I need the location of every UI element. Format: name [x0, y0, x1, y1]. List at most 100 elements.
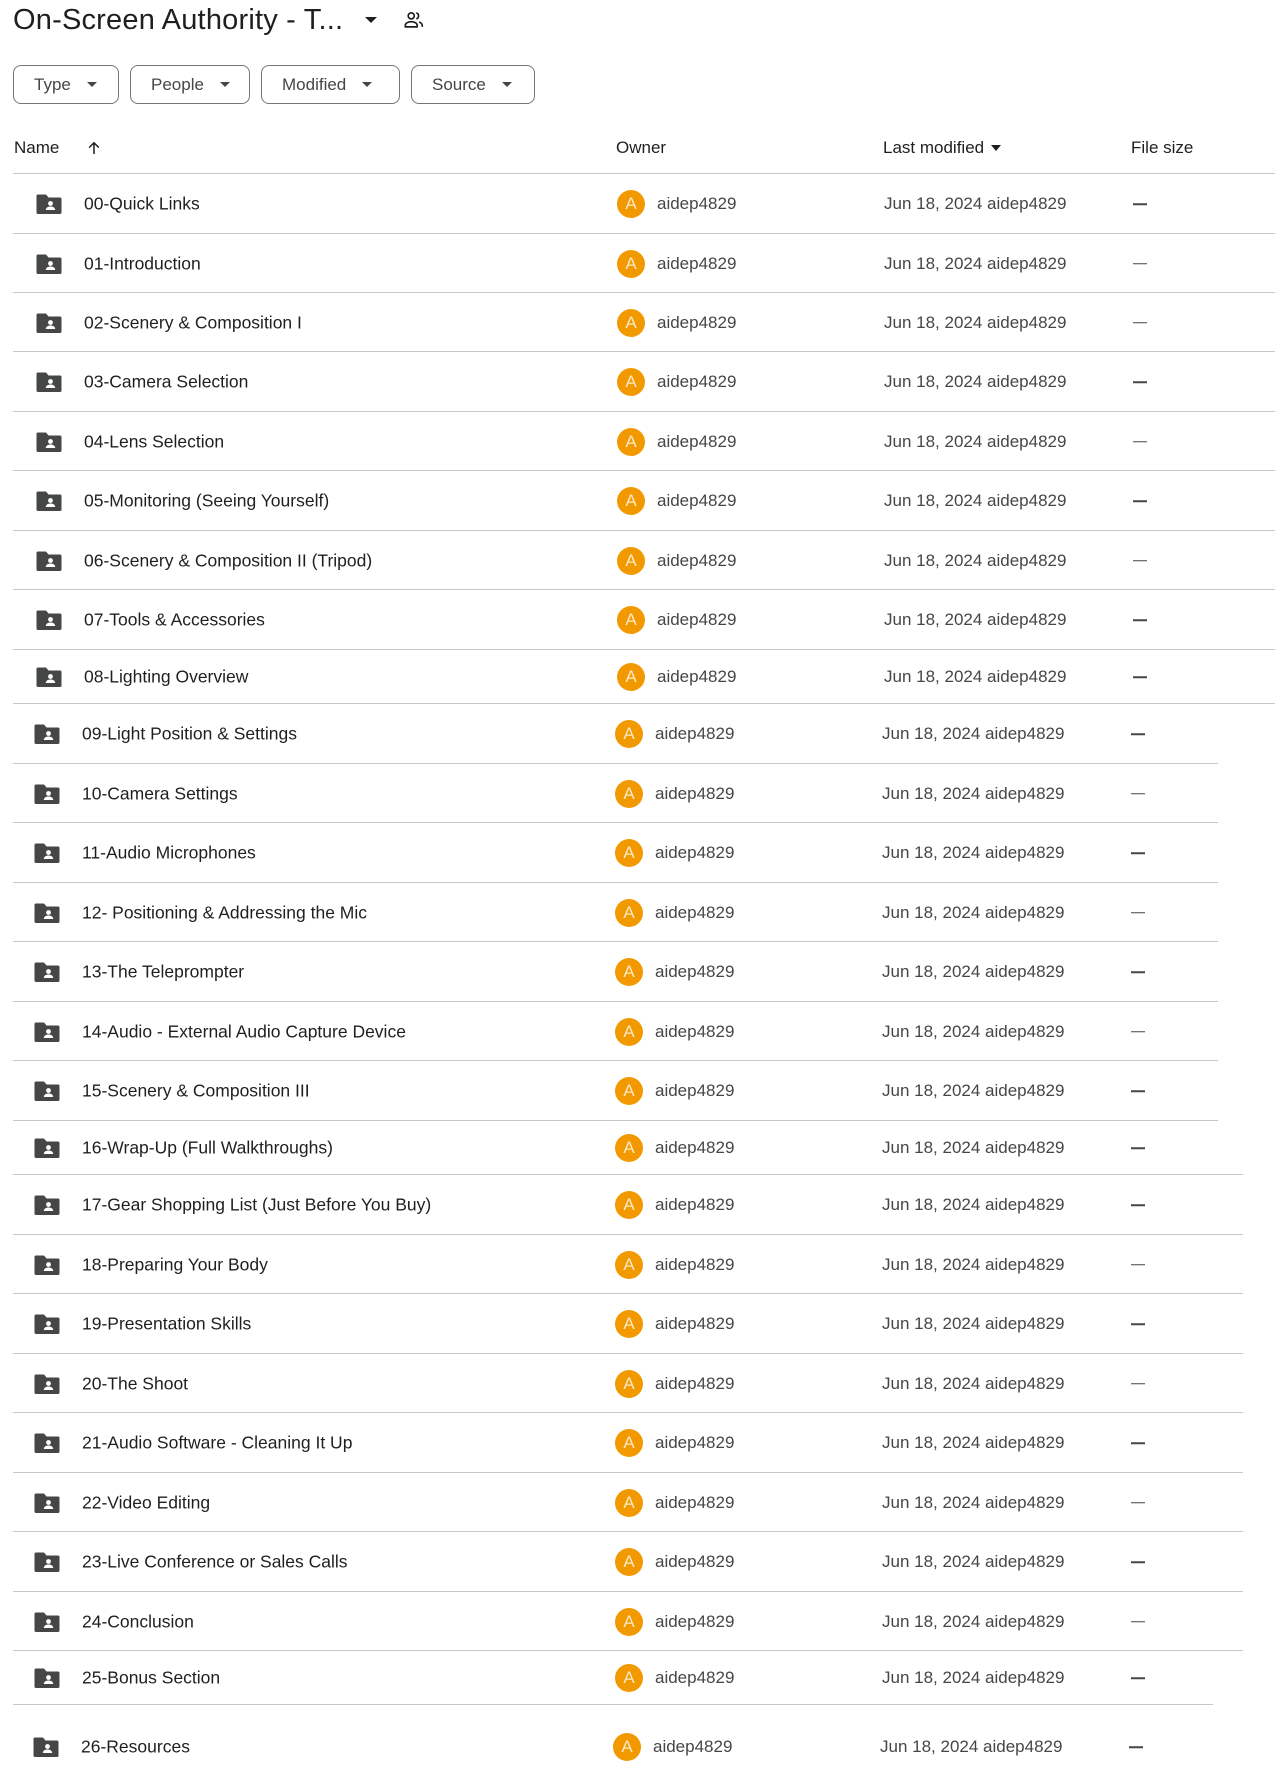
- shared-folder-icon: [34, 842, 60, 864]
- column-header-name[interactable]: Name: [14, 136, 103, 160]
- file-name[interactable]: 01-Introduction: [84, 253, 201, 274]
- file-row[interactable]: 10-Camera Settings Aaidep4829 Jun 18, 2024…: [0, 764, 1281, 823]
- owner-avatar[interactable]: A: [615, 898, 643, 927]
- file-name[interactable]: 11-Audio Microphones: [82, 843, 256, 864]
- owner-avatar[interactable]: A: [615, 720, 643, 748]
- file-row[interactable]: 17-Gear Shopping List (Just Before You B…: [0, 1175, 1281, 1235]
- file-name[interactable]: 10-Camera Settings: [82, 783, 238, 804]
- file-row[interactable]: 11-Audio Microphones Aaidep4829 Jun 18, 20…: [0, 823, 1281, 883]
- file-name[interactable]: 15-Scenery & Composition III: [82, 1081, 310, 1102]
- file-row[interactable]: 01-Introduction Aaidep4829 Jun 18, 2024 ai…: [0, 234, 1281, 293]
- file-row[interactable]: 03-Camera Selection Aaidep4829 Jun 18, 202…: [0, 352, 1281, 412]
- owner-avatar[interactable]: A: [615, 1250, 643, 1279]
- file-row[interactable]: 14-Audio - External Audio Capture Device…: [0, 1002, 1281, 1061]
- file-name[interactable]: 07-Tools & Accessories: [84, 610, 265, 631]
- owner-name: aidep4829: [657, 550, 737, 570]
- owner-name: aidep4829: [657, 431, 737, 451]
- owner-avatar[interactable]: A: [615, 779, 643, 808]
- filter-source-chip[interactable]: Source: [411, 65, 535, 104]
- file-name[interactable]: 17-Gear Shopping List (Just Before You B…: [82, 1195, 431, 1216]
- file-row[interactable]: 19-Presentation Skills Aaidep4829 Jun 18, …: [0, 1294, 1281, 1354]
- file-row[interactable]: 18-Preparing Your Body Aaidep4829 Jun 18, …: [0, 1235, 1281, 1294]
- filter-modified-chip[interactable]: Modified: [261, 65, 400, 104]
- owner-avatar[interactable]: A: [615, 839, 643, 867]
- column-header-file-size[interactable]: File size: [1131, 136, 1193, 160]
- file-name[interactable]: 03-Camera Selection: [84, 372, 248, 393]
- column-header-owner[interactable]: Owner: [616, 136, 666, 160]
- file-row[interactable]: 15-Scenery & Composition III Aaidep4829 Ju…: [0, 1061, 1281, 1121]
- file-row[interactable]: 25-Bonus Section Aaidep4829 Jun 18, 2024 a…: [0, 1651, 1281, 1705]
- file-row[interactable]: 04-Lens Selection Aaidep4829 Jun 18, 2024 …: [0, 412, 1281, 471]
- file-name[interactable]: 19-Presentation Skills: [82, 1314, 251, 1335]
- column-header-last-modified[interactable]: Last modified: [883, 136, 1002, 160]
- file-name[interactable]: 26-Resources: [81, 1737, 190, 1758]
- last-modified: Jun 18, 2024 aidep4829: [882, 1492, 1065, 1512]
- file-name[interactable]: 06-Scenery & Composition II (Tripod): [84, 550, 372, 571]
- file-name[interactable]: 24-Conclusion: [82, 1611, 194, 1632]
- file-name[interactable]: 25-Bonus Section: [82, 1668, 220, 1689]
- file-name[interactable]: 12- Positioning & Addressing the Mic: [82, 902, 367, 923]
- file-name[interactable]: 08-Lighting Overview: [84, 667, 248, 688]
- owner-avatar[interactable]: A: [615, 1310, 643, 1338]
- owner-avatar[interactable]: A: [617, 190, 645, 218]
- file-name[interactable]: 05-Monitoring (Seeing Yourself): [84, 491, 329, 512]
- file-row[interactable]: 20-The Shoot Aaidep4829 Jun 18, 2024 aidep…: [0, 1354, 1281, 1413]
- caret-down-icon[interactable]: [991, 145, 1002, 151]
- owner-avatar[interactable]: A: [615, 1429, 643, 1457]
- file-name[interactable]: 04-Lens Selection: [84, 431, 224, 452]
- file-name[interactable]: 23-Live Conference or Sales Calls: [82, 1552, 348, 1573]
- file-row[interactable]: 13-The Teleprompter Aaidep4829 Jun 18, 202…: [0, 942, 1281, 1002]
- filter-people-chip[interactable]: People: [130, 65, 250, 104]
- owner-avatar[interactable]: A: [615, 1488, 643, 1517]
- file-name[interactable]: 22-Video Editing: [82, 1492, 210, 1513]
- file-row[interactable]: 26-Resources Aaidep4829 Jun 18, 2024 aidep…: [0, 1705, 1281, 1789]
- owner-avatar[interactable]: A: [617, 427, 645, 456]
- file-row[interactable]: 09-Light Position & Settings Aaidep4829 Ju…: [0, 704, 1281, 764]
- owner-avatar[interactable]: A: [617, 487, 645, 515]
- owner-avatar[interactable]: A: [615, 1134, 643, 1162]
- owner-avatar[interactable]: A: [613, 1733, 641, 1761]
- file-row[interactable]: 23-Live Conference or Sales Calls Aaidep4…: [0, 1532, 1281, 1592]
- owner-avatar[interactable]: A: [617, 249, 645, 278]
- file-name[interactable]: 16-Wrap-Up (Full Walkthroughs): [82, 1138, 333, 1159]
- owner-avatar[interactable]: A: [615, 1607, 643, 1636]
- file-row[interactable]: 22-Video Editing Aaidep4829 Jun 18, 2024 a…: [0, 1473, 1281, 1532]
- people-icon[interactable]: [403, 9, 425, 31]
- file-row[interactable]: 06-Scenery & Composition II (Tripod) Aaid…: [0, 531, 1281, 590]
- filter-type-chip[interactable]: Type: [13, 65, 119, 104]
- file-name[interactable]: 14-Audio - External Audio Capture Device: [82, 1021, 406, 1042]
- shared-folder-icon: [34, 1021, 60, 1043]
- file-name[interactable]: 18-Preparing Your Body: [82, 1254, 268, 1275]
- file-row[interactable]: 02-Scenery & Composition I Aaidep4829 Jun …: [0, 293, 1281, 352]
- owner-avatar[interactable]: A: [617, 663, 645, 691]
- arrow-up-icon[interactable]: [85, 139, 103, 157]
- file-row[interactable]: 24-Conclusion Aaidep4829 Jun 18, 2024 aide…: [0, 1592, 1281, 1651]
- owner-avatar[interactable]: A: [617, 308, 645, 337]
- owner-avatar[interactable]: A: [615, 1664, 643, 1692]
- owner-avatar[interactable]: A: [615, 1548, 643, 1576]
- file-name[interactable]: 21-Audio Software - Cleaning It Up: [82, 1433, 352, 1454]
- owner-avatar[interactable]: A: [617, 546, 645, 575]
- file-name[interactable]: 02-Scenery & Composition I: [84, 312, 302, 333]
- file-row[interactable]: 16-Wrap-Up (Full Walkthroughs) Aaidep4829…: [0, 1121, 1281, 1175]
- owner-avatar[interactable]: A: [615, 1191, 643, 1219]
- file-name[interactable]: 09-Light Position & Settings: [82, 724, 297, 745]
- owner-avatar[interactable]: A: [617, 606, 645, 634]
- caret-down-icon[interactable]: [365, 17, 378, 23]
- file-name[interactable]: 13-The Teleprompter: [82, 962, 244, 983]
- folder-title[interactable]: On-Screen Authority - T...: [13, 4, 343, 37]
- file-name[interactable]: 20-The Shoot: [82, 1373, 188, 1394]
- file-row[interactable]: 07-Tools & Accessories Aaidep4829 Jun 18, …: [0, 590, 1281, 650]
- file-row[interactable]: 05-Monitoring (Seeing Yourself) Aaidep482…: [0, 471, 1281, 531]
- file-row[interactable]: 00-Quick Links Aaidep4829 Jun 18, 2024 aid…: [0, 174, 1281, 234]
- owner-avatar[interactable]: A: [615, 958, 643, 986]
- shared-folder-icon: [34, 1373, 60, 1395]
- owner-avatar[interactable]: A: [615, 1077, 643, 1105]
- file-row[interactable]: 08-Lighting Overview Aaidep4829 Jun 18, 20…: [0, 650, 1281, 704]
- file-row[interactable]: 21-Audio Software - Cleaning It Up Aaidep…: [0, 1413, 1281, 1473]
- owner-avatar[interactable]: A: [615, 1017, 643, 1046]
- owner-avatar[interactable]: A: [615, 1369, 643, 1398]
- owner-avatar[interactable]: A: [617, 368, 645, 396]
- file-row[interactable]: 12- Positioning & Addressing the Mic Aaid…: [0, 883, 1281, 942]
- file-name[interactable]: 00-Quick Links: [84, 194, 200, 215]
